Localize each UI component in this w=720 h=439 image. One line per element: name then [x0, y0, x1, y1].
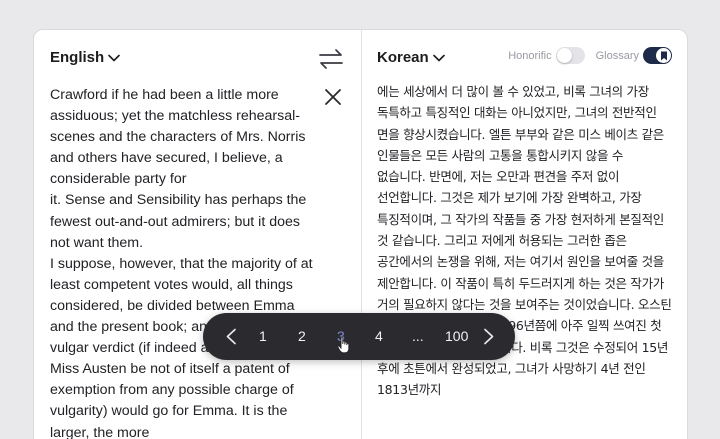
- swap-languages-icon[interactable]: [318, 47, 344, 71]
- hand-cursor-icon: [337, 336, 350, 354]
- bookmark-icon: [660, 51, 667, 60]
- clear-text-icon[interactable]: [323, 87, 343, 107]
- honorific-toggle[interactable]: [555, 47, 585, 64]
- glossary-toggle[interactable]: [643, 47, 672, 64]
- panel-divider: [361, 30, 362, 439]
- source-text[interactable]: Crawford if he had been a little more as…: [50, 85, 320, 439]
- source-language-label: English: [50, 49, 105, 66]
- page-ellipsis: ...: [412, 328, 424, 344]
- target-language-selector[interactable]: Korean: [377, 49, 445, 66]
- honorific-label: Honorific: [508, 49, 552, 62]
- pagination-bar: 1 2 3 4 ... 100: [203, 313, 515, 360]
- chevron-left-icon[interactable]: [225, 328, 237, 345]
- source-language-selector[interactable]: English: [50, 49, 120, 66]
- page-100[interactable]: 100: [445, 328, 468, 344]
- glossary-label: Glossary: [595, 49, 639, 62]
- toggle-knob: [556, 48, 572, 63]
- chevron-down-icon: [108, 54, 120, 61]
- chevron-down-icon: [432, 54, 445, 61]
- translation-card: English Korean Honorific Glossary Crawfo…: [33, 29, 688, 439]
- page-1[interactable]: 1: [259, 328, 267, 344]
- page-2[interactable]: 2: [298, 328, 306, 344]
- translation-options: Honorific Glossary: [508, 47, 672, 64]
- chevron-right-icon[interactable]: [483, 328, 495, 345]
- page-4[interactable]: 4: [375, 328, 383, 344]
- target-language-label: Korean: [377, 49, 429, 66]
- toggle-knob: [656, 48, 671, 63]
